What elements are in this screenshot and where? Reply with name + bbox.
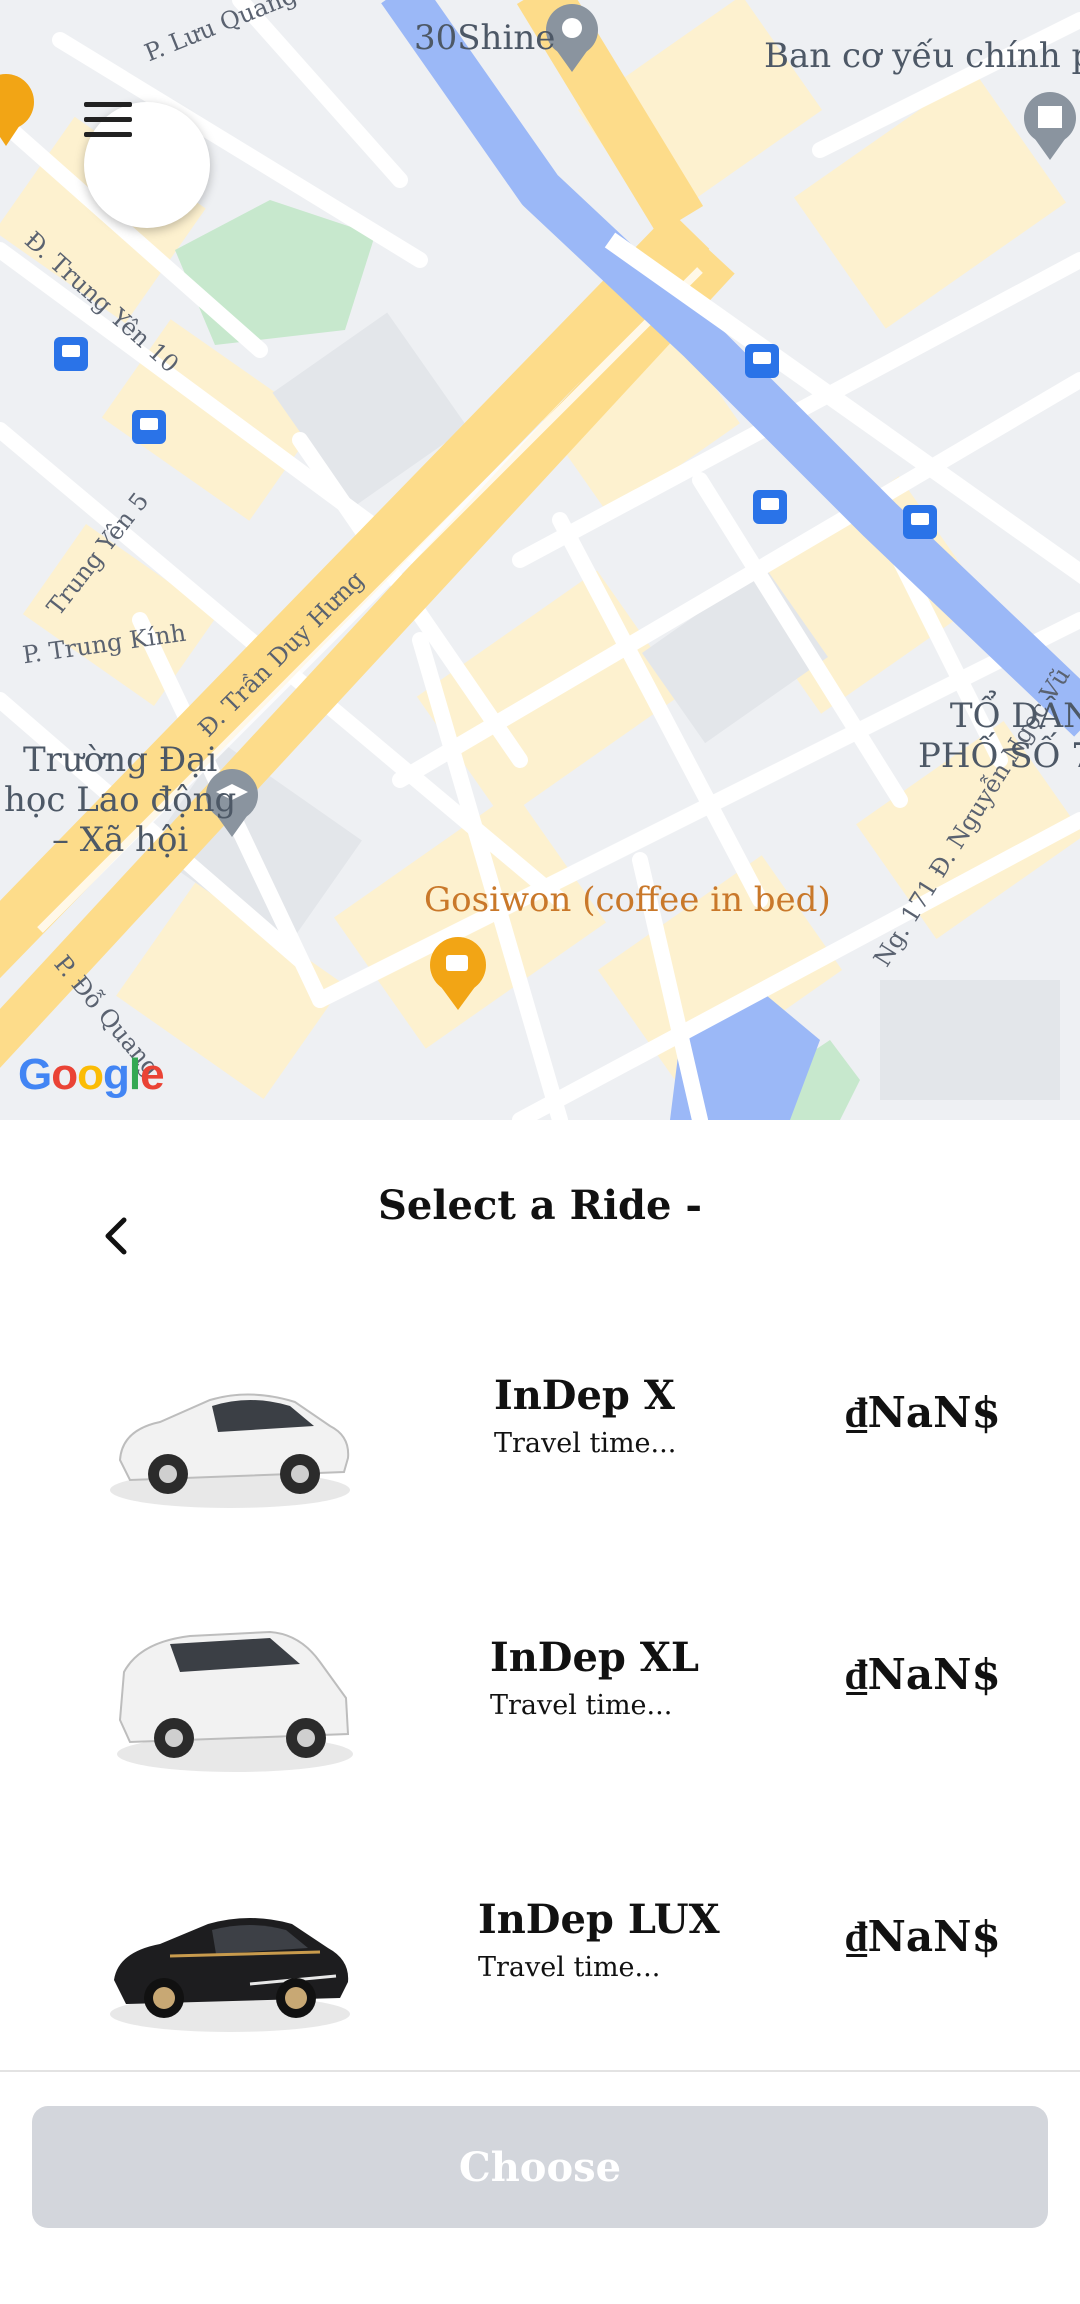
poi-label-university-line: – Xã hội — [51, 820, 189, 860]
poi-label-university-line: Trường Đại — [22, 740, 218, 780]
ride-travel-time: Travel time... — [490, 1690, 673, 1721]
ride-travel-time: Travel time... — [478, 1952, 661, 1983]
choose-button[interactable]: Choose — [32, 2106, 1048, 2228]
poi-label-30shine[interactable]: 30Shine — [414, 18, 555, 58]
sheet-title: Select a Ride - — [378, 1182, 702, 1229]
black-luxury-sedan-image — [110, 1918, 350, 2032]
ride-name: InDep X — [494, 1372, 675, 1419]
menu-button[interactable] — [84, 102, 210, 228]
white-sedan-image — [110, 1393, 350, 1508]
ride-travel-time: Travel time... — [494, 1428, 677, 1459]
ride-option-indep-lux[interactable]: InDep LUX Travel time... ₫NaN$ — [0, 1844, 1080, 2064]
ride-option-indep-x[interactable]: InDep X Travel time... ₫NaN$ — [0, 1320, 1080, 1540]
poi-label-quarter-line: TỔ DÂN — [949, 696, 1080, 736]
ride-name: InDep LUX — [478, 1896, 720, 1943]
map-view[interactable]: P. Lưu Quang Đ. Trung Yên 10 Trung Yên 5… — [0, 0, 1080, 1120]
poi-pin-gov — [1024, 92, 1076, 160]
ride-price: ₫NaN$ — [846, 1912, 1001, 1961]
poi-label-cafe[interactable]: Gosiwon (coffee in bed) — [424, 880, 831, 920]
ride-price: ₫NaN$ — [846, 1388, 1001, 1437]
ride-price: ₫NaN$ — [846, 1650, 1001, 1699]
poi-label-quarter[interactable]: TỔ DÂN PHỐ SỐ 7 — [918, 696, 1080, 776]
hamburger-icon — [84, 102, 132, 137]
poi-label-quarter-line: PHỐ SỐ 7 — [918, 736, 1080, 776]
white-van-image — [117, 1630, 353, 1772]
ride-option-indep-xl[interactable]: InDep XL Travel time... ₫NaN$ — [0, 1582, 1080, 1802]
ride-selection-sheet: Select a Ride - InDep X Travel time... ₫… — [0, 1120, 1080, 2304]
poi-label-university[interactable]: Trường Đại học Lao động – Xã hội — [4, 740, 236, 860]
divider — [0, 2070, 1080, 2072]
poi-label-university-line: học Lao động — [4, 780, 237, 820]
google-logo: Google — [18, 1050, 165, 1099]
poi-label-gov[interactable]: Ban cơ yếu chính phủ — [764, 36, 1080, 76]
ride-name: InDep XL — [490, 1634, 699, 1681]
